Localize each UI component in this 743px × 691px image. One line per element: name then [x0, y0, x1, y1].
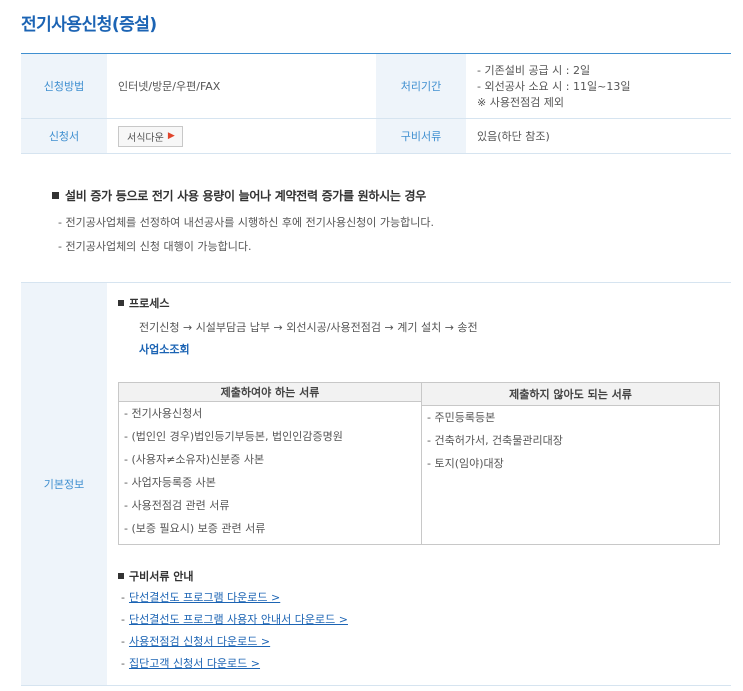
guide-heading-text: 구비서류 안내 — [129, 570, 194, 583]
docs-label: 구비서류 — [376, 119, 466, 153]
process-heading: 프로세스 — [118, 295, 169, 311]
guide-heading: 구비서류 안내 — [118, 568, 194, 584]
period-value: - 기존설비 공급 시 : 2일 - 외선공사 소요 시 : 11일~13일 ※… — [466, 54, 731, 118]
notice-heading-text: 설비 증가 등으로 전기 사용 용량이 늘어나 계약전력 증가를 원하시는 경우 — [65, 189, 426, 203]
required-docs-header: 제출하여야 하는 서류 — [119, 383, 421, 402]
required-doc-item: - (법인인 경우)법인등기부등본, 법인인감증명원 — [124, 430, 343, 443]
optional-doc-item: - 건축허가서, 건축물관리대장 — [427, 434, 563, 447]
guide-link-diagram-program[interactable]: - 단선결선도 프로그램 다운로드 > — [121, 590, 348, 612]
form-label: 신청서 — [21, 119, 107, 153]
required-doc-item: - (사용자≠소유자)신분증 사본 — [124, 453, 265, 466]
notice-line-2: - 전기공사업체의 신청 대행이 가능합니다. — [58, 240, 252, 253]
notice-heading: 설비 증가 등으로 전기 사용 용량이 늘어나 계약전력 증가를 원하시는 경우 — [52, 187, 434, 204]
method-value: 인터넷/방문/우편/FAX — [118, 80, 221, 93]
office-lookup-link[interactable]: 사업소조회 — [139, 341, 190, 357]
square-bullet-icon — [118, 300, 124, 306]
form-download-label: 서식다운 — [127, 132, 164, 144]
docs-value: 있음(하단 참조) — [477, 130, 550, 143]
required-doc-item: - 사업자등록증 사본 — [124, 476, 216, 489]
optional-doc-item: - 주민등록등본 — [427, 411, 496, 424]
info-row-method: 신청방법 인터넷/방문/우편/FAX 처리기간 - 기존설비 공급 시 : 2일… — [21, 54, 731, 119]
period-line-1: - 기존설비 공급 시 : 2일 — [477, 63, 591, 77]
basic-info-section: 기본정보 프로세스 전기신청 → 시설부담금 납부 → 외선시공/사용전점검 →… — [21, 282, 731, 686]
square-bullet-icon — [118, 573, 124, 579]
required-doc-item: - 사용전점검 관련 서류 — [124, 499, 230, 512]
notice-line-1: - 전기공사업체를 선정하여 내선공사를 시행하신 후에 전기사용신청이 가능합… — [58, 216, 435, 229]
process-heading-text: 프로세스 — [129, 297, 170, 310]
optional-docs-column: 제출하지 않아도 되는 서류 - 주민등록등본 - 건축허가서, 건축물관리대장… — [422, 383, 719, 544]
period-label: 처리기간 — [376, 54, 466, 118]
chevron-right-icon: ▶ — [167, 131, 175, 141]
notice-section: 설비 증가 등으로 전기 사용 용량이 늘어나 계약전력 증가를 원하시는 경우… — [52, 187, 434, 254]
method-label: 신청방법 — [21, 54, 107, 118]
info-table: 신청방법 인터넷/방문/우편/FAX 처리기간 - 기존설비 공급 시 : 2일… — [21, 53, 731, 154]
guide-link-group-form[interactable]: - 집단고객 신청서 다운로드 > — [121, 656, 348, 678]
process-flow: 전기신청 → 시설부담금 납부 → 외선시공/사용전점검 → 계기 설치 → 송… — [139, 321, 478, 334]
period-line-2: - 외선공사 소요 시 : 11일~13일 — [477, 79, 631, 93]
form-value: 서식다운 ▶ — [107, 119, 376, 153]
required-doc-item: - 전기사용신청서 — [124, 407, 203, 420]
square-bullet-icon — [52, 192, 59, 199]
guide-link-diagram-manual[interactable]: - 단선결선도 프로그램 사용자 안내서 다운로드 > — [121, 612, 348, 634]
guide-link-inspection-form[interactable]: - 사용전점검 신청서 다운로드 > — [121, 634, 348, 656]
info-row-form: 신청서 서식다운 ▶ 구비서류 있음(하단 참조) — [21, 119, 731, 154]
optional-docs-header: 제출하지 않아도 되는 서류 — [422, 383, 719, 406]
required-doc-item: - (보증 필요시) 보증 관련 서류 — [124, 522, 266, 535]
form-download-button[interactable]: 서식다운 ▶ — [118, 125, 183, 147]
page-title: 전기사용신청(증설) — [21, 15, 157, 35]
optional-doc-item: - 토지(임야)대장 — [427, 457, 504, 470]
basic-info-label: 기본정보 — [21, 283, 107, 685]
documents-table: 제출하여야 하는 서류 - 전기사용신청서 - (법인인 경우)법인등기부등본,… — [118, 382, 720, 545]
guide-links: - 단선결선도 프로그램 다운로드 > - 단선결선도 프로그램 사용자 안내서 다… — [121, 590, 348, 678]
period-note: ※ 사용전점검 제외 — [477, 95, 565, 109]
required-docs-column: 제출하여야 하는 서류 - 전기사용신청서 - (법인인 경우)법인등기부등본,… — [119, 383, 422, 544]
basic-info-body: 프로세스 전기신청 → 시설부담금 납부 → 외선시공/사용전점검 → 계기 설… — [107, 283, 731, 685]
